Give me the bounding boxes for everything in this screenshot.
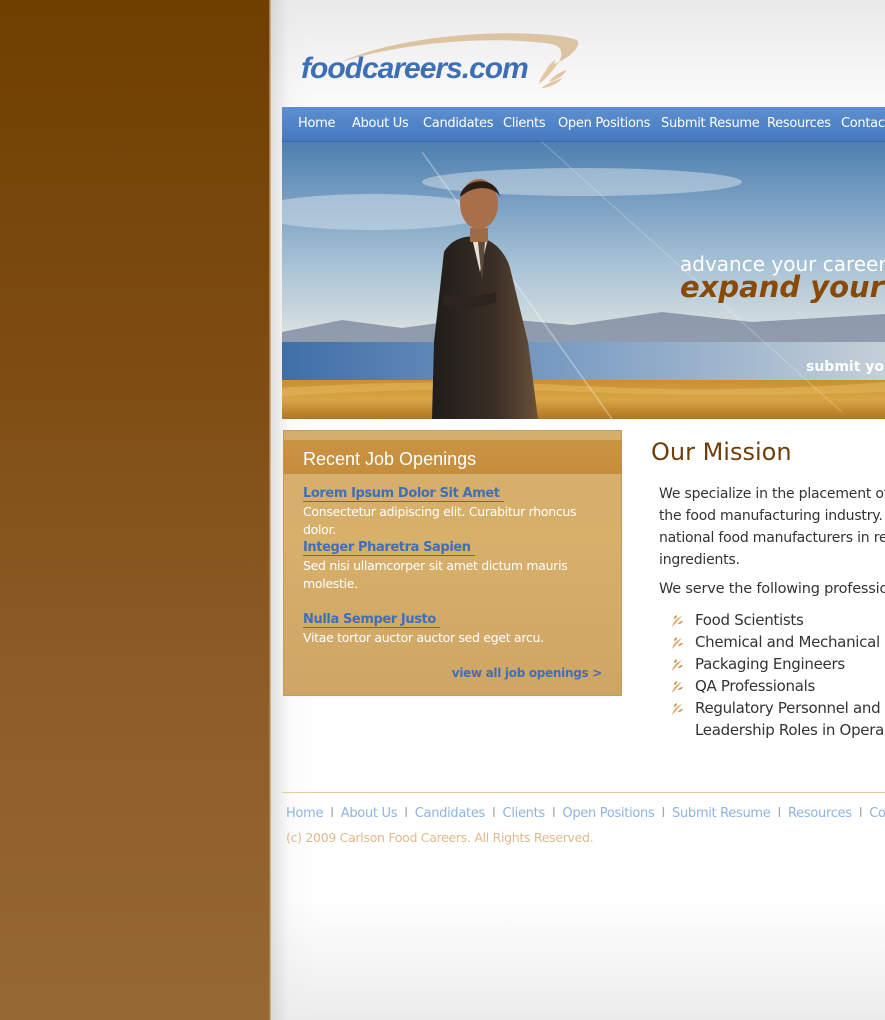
site-logo[interactable]: foodcareers.com (301, 32, 591, 94)
nav-submit-resume[interactable]: Submit Resume (661, 116, 760, 131)
footer-separator: I (551, 806, 556, 821)
copyright-text: (c) 2009 Carlson Food Careers. All Right… (286, 830, 594, 845)
mission-text-line: We specialize in the placement of (659, 486, 885, 502)
job-title-link[interactable]: Lorem Ipsum Dolor Sit Amet (303, 486, 504, 502)
profession-label: QA Professionals (695, 677, 815, 695)
wheat-bullet-icon (672, 659, 683, 671)
logo-wordmark: foodcareers.com (301, 52, 529, 85)
footer-link-clients[interactable]: Clients (503, 806, 546, 821)
profession-label: Packaging Engineers (695, 655, 845, 673)
mission-serve-text: We serve the following professio (659, 581, 885, 597)
wheat-bullet-icon (672, 615, 683, 627)
recent-jobs-title: Recent Job Openings (303, 449, 477, 469)
footer-separator: I (330, 806, 334, 821)
profession-label: Food Scientists (695, 611, 804, 629)
job-description: Vitae tortor auctor auctor sed eget arcu… (303, 630, 544, 645)
nav-clients[interactable]: Clients (503, 116, 546, 131)
job-title-link[interactable]: Nulla Semper Justo (303, 612, 440, 628)
footer-separator: I (858, 806, 863, 821)
nav-open-positions[interactable]: Open Positions (558, 116, 650, 131)
wheat-bullet-icon (672, 681, 683, 693)
footer-link-submit-resume[interactable]: Submit Resume (672, 806, 771, 821)
mission-text-line: ingredients. (659, 552, 740, 568)
mission-text-line: the food manufacturing industry. (659, 508, 883, 524)
job-title-link[interactable]: Integer Pharetra Sapien (303, 540, 475, 556)
footer-separator: I (404, 806, 408, 821)
job-description: Sed nisi ullamcorper sit amet dictum mau… (303, 558, 568, 591)
hero-submit-link[interactable]: submit your (806, 359, 885, 375)
main-nav: Home About Us Candidates Clients Open Po… (282, 107, 885, 142)
wheat-bullet-icon (672, 637, 683, 649)
nav-home[interactable]: Home (298, 116, 336, 131)
profession-label: Regulatory Personnel and (695, 699, 881, 717)
nav-contact[interactable]: Contact (841, 116, 885, 131)
footer-link-resources[interactable]: Resources (788, 806, 852, 821)
nav-about-us[interactable]: About Us (352, 116, 409, 131)
job-description: Consectetur adipiscing elit. Curabitur r… (303, 504, 577, 537)
footer-link-candidates[interactable]: Candidates (415, 806, 486, 821)
mission-text-line: national food manufacturers in ret (659, 530, 885, 546)
page-content: foodcareers.com Home About Us Candidates… (271, 0, 885, 1020)
profession-label: Chemical and Mechanical E (695, 633, 885, 651)
footer-link-home[interactable]: Home (286, 806, 324, 821)
left-decorative-band (0, 0, 270, 1020)
footer-divider (282, 792, 885, 793)
footer-separator: I (661, 806, 665, 821)
hero-banner: advance your career. expand your h submi… (282, 142, 885, 419)
footer-link-open-positions[interactable]: Open Positions (562, 806, 654, 821)
footer-link-contact[interactable]: Contact (869, 806, 885, 821)
nav-resources[interactable]: Resources (767, 116, 831, 131)
footer-nav: Home I About Us I Candidates I Clients I Open Po… (286, 806, 885, 821)
footer-separator: I (777, 806, 782, 821)
nav-candidates[interactable]: Candidates (423, 116, 494, 131)
footer-link-about-us[interactable]: About Us (341, 806, 398, 821)
footer-separator: I (492, 806, 496, 821)
mission-title: Our Mission (651, 438, 792, 466)
hero-headline: expand your h (680, 270, 885, 304)
profession-label-continued: Leadership Roles in Opera (695, 721, 884, 739)
wheat-bullet-icon (672, 703, 683, 715)
view-all-jobs-link[interactable]: view all job openings > (452, 666, 603, 680)
recent-jobs-panel: Recent Job Openings Lorem Ipsum Dolor Si… (283, 430, 622, 696)
